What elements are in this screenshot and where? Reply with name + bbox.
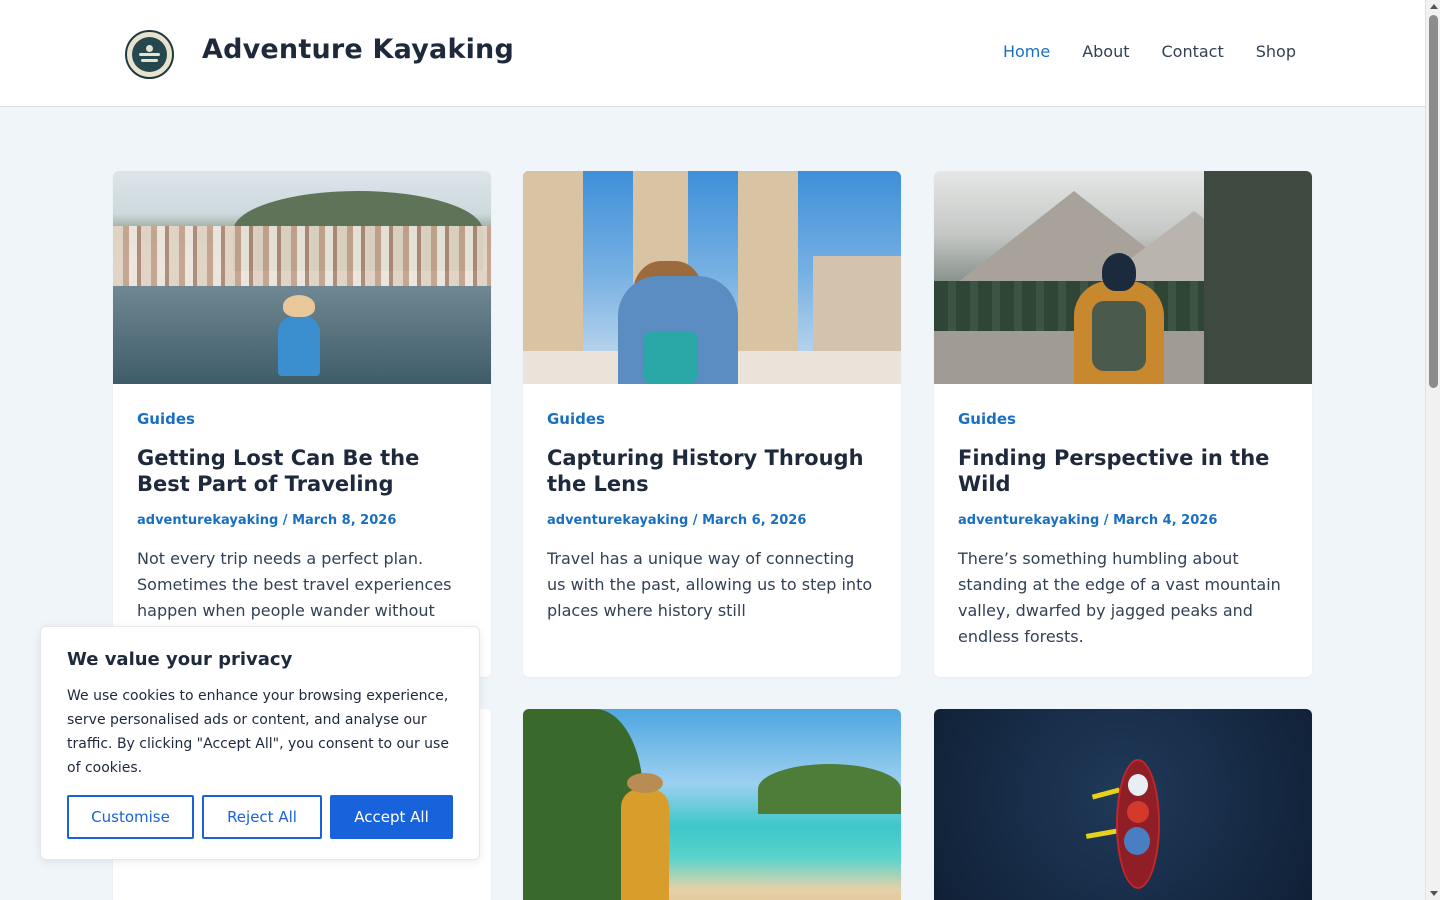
image-paddler — [1128, 774, 1148, 796]
post-image-mountain-valley[interactable] — [934, 171, 1312, 384]
nav-about[interactable]: About — [1082, 42, 1129, 61]
main-nav: Home About Contact Shop — [1003, 42, 1296, 61]
image-trees — [1204, 171, 1312, 384]
nav-contact[interactable]: Contact — [1162, 42, 1224, 61]
image-arch — [523, 171, 583, 351]
post-body: Guides Finding Perspective in the Wild a… — [934, 384, 1312, 650]
cookie-text: We use cookies to enhance your browsing … — [67, 688, 449, 776]
reject-all-button[interactable]: Reject All — [202, 795, 322, 839]
post-image-lakeside-town[interactable] — [113, 171, 491, 384]
post-body: Guides Getting Lost Can Be the Best Part… — [113, 384, 491, 624]
post-excerpt: Travel has a unique way of connecting us… — [547, 549, 873, 620]
image-paddler — [1124, 827, 1150, 855]
accept-all-button[interactable]: Accept All — [330, 795, 453, 839]
post-card: Guides Finding Perspective in the Wild a… — [934, 171, 1312, 677]
customise-button[interactable]: Customise — [67, 795, 194, 839]
post-card — [523, 709, 901, 900]
image-hat — [627, 773, 663, 793]
image-person — [278, 316, 320, 376]
post-date: March 6, 2026 — [702, 513, 807, 528]
image-paddler — [1127, 801, 1149, 823]
post-excerpt: Not every trip needs a perfect plan. Som… — [137, 549, 452, 620]
post-author[interactable]: adventurekayaking — [547, 513, 688, 528]
logo-boat — [139, 53, 160, 56]
scroll-up-arrow-icon[interactable] — [1430, 4, 1438, 9]
post-card: Guides Capturing History Through the Len… — [523, 171, 901, 677]
page-scrollbar[interactable] — [1425, 0, 1440, 900]
image-building — [813, 256, 901, 356]
post-card: Guides Getting Lost Can Be the Best Part… — [113, 171, 491, 677]
post-title[interactable]: Getting Lost Can Be the Best Part of Tra… — [137, 445, 467, 497]
post-card — [934, 709, 1312, 900]
post-body: Guides Capturing History Through the Len… — [523, 384, 901, 624]
post-meta: adventurekayaking / March 8, 2026 — [137, 513, 397, 528]
site-title[interactable]: Adventure Kayaking — [202, 34, 514, 65]
nav-shop[interactable]: Shop — [1256, 42, 1296, 61]
post-title[interactable]: Finding Perspective in the Wild — [958, 445, 1288, 497]
image-backpack — [1092, 301, 1146, 371]
cookie-buttons: Customise Reject All Accept All — [67, 795, 453, 839]
image-person — [621, 789, 669, 900]
logo-wave — [141, 59, 158, 62]
image-island — [758, 764, 901, 814]
post-meta: adventurekayaking / March 4, 2026 — [958, 513, 1218, 528]
post-author[interactable]: adventurekayaking — [958, 513, 1099, 528]
post-image-kayak-aerial[interactable] — [934, 709, 1312, 900]
post-category[interactable]: Guides — [547, 410, 877, 428]
post-meta: adventurekayaking / March 6, 2026 — [547, 513, 807, 528]
post-category[interactable]: Guides — [958, 410, 1288, 428]
cookie-consent-banner: We value your privacy We use cookies to … — [40, 626, 480, 860]
image-backpack — [643, 331, 698, 384]
site-header: Adventure Kayaking Home About Contact Sh… — [0, 0, 1425, 107]
post-author[interactable]: adventurekayaking — [137, 513, 278, 528]
cookie-heading: We value your privacy — [67, 649, 293, 670]
nav-home[interactable]: Home — [1003, 42, 1050, 61]
post-category[interactable]: Guides — [137, 410, 467, 428]
site-logo-icon[interactable] — [125, 30, 174, 79]
post-excerpt: There’s something humbling about standin… — [958, 549, 1281, 646]
image-hat — [283, 295, 315, 317]
scroll-down-arrow-icon[interactable] — [1430, 891, 1438, 896]
logo-inner — [132, 37, 167, 72]
post-date: March 8, 2026 — [292, 513, 397, 528]
logo-sun — [146, 45, 153, 52]
image-arch — [738, 171, 798, 351]
image-paddle — [1085, 828, 1121, 839]
post-image-tropical-beach[interactable] — [523, 709, 901, 900]
post-title[interactable]: Capturing History Through the Lens — [547, 445, 877, 497]
image-town — [113, 226, 491, 286]
scroll-thumb[interactable] — [1429, 15, 1438, 388]
post-image-historic-arches[interactable] — [523, 171, 901, 384]
image-paddle — [1091, 787, 1121, 800]
post-date: March 4, 2026 — [1113, 513, 1218, 528]
image-head — [1102, 253, 1136, 291]
